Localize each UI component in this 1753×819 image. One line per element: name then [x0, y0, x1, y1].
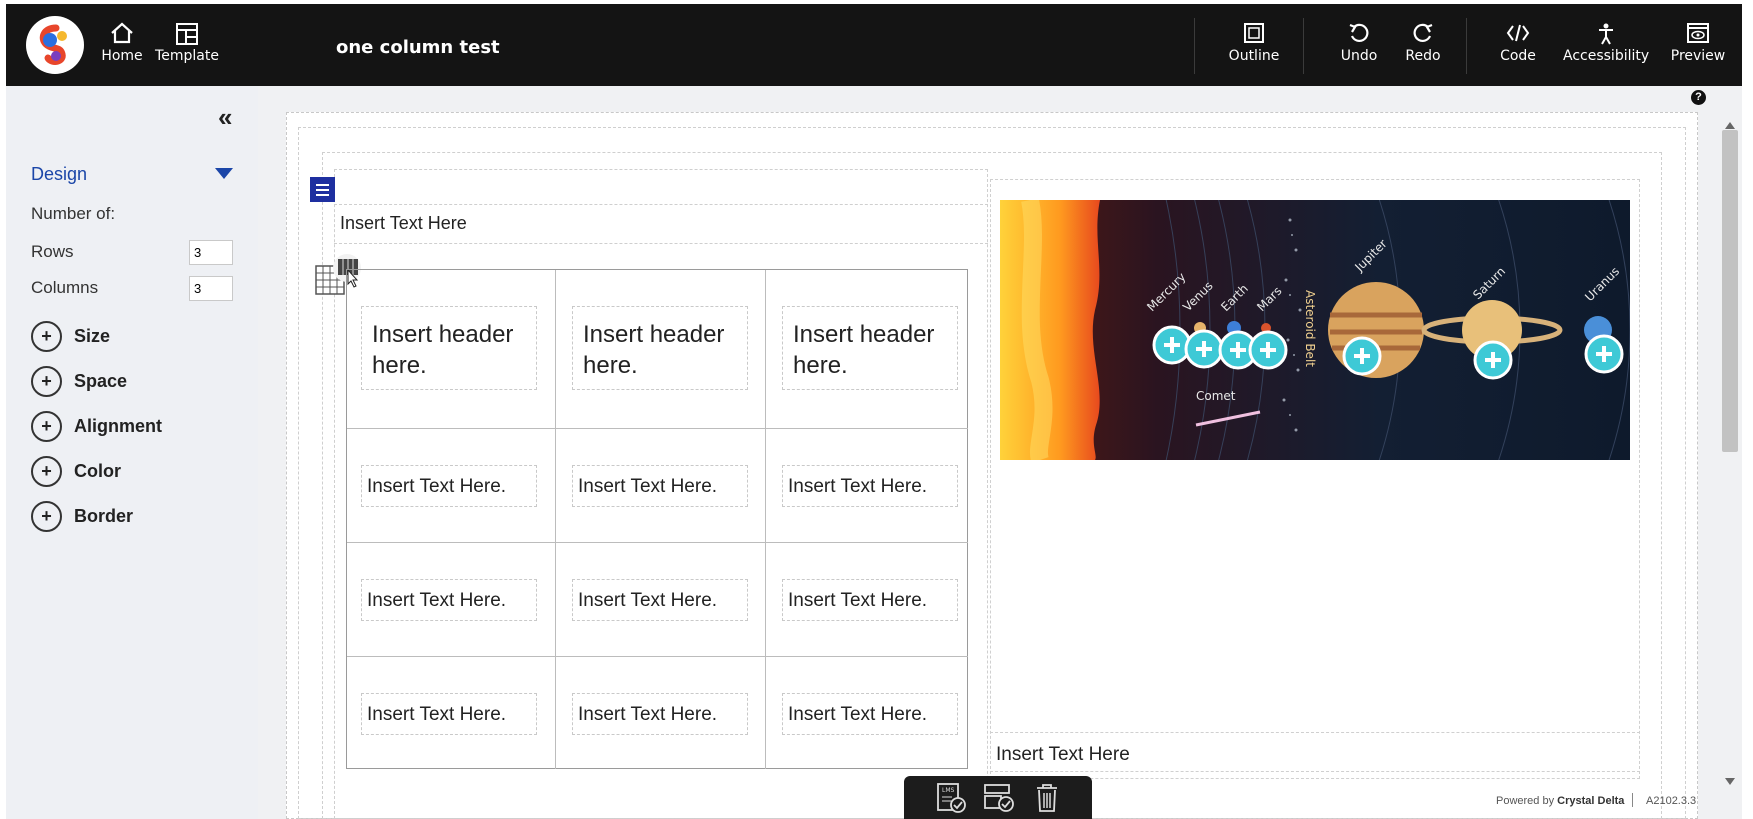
right-text-block[interactable]: Insert Text Here: [996, 744, 1130, 766]
scroll-down-icon[interactable]: [1725, 778, 1735, 785]
cell-text[interactable]: Insert Text Here.: [361, 693, 537, 735]
design-section-label[interactable]: Design: [31, 164, 87, 185]
toolbar-divider: [1303, 18, 1304, 74]
content-table[interactable]: Insert header here. Insert header here. …: [346, 269, 968, 769]
redo-icon: [1383, 18, 1463, 48]
section-label: Space: [74, 371, 128, 391]
template-label: Template: [155, 48, 219, 64]
scroll-up-icon[interactable]: [1725, 122, 1735, 129]
code-label: Code: [1500, 48, 1536, 64]
version-text: A2102.3.3: [1646, 795, 1697, 807]
table-cell[interactable]: Insert Text Here.: [766, 429, 968, 543]
redo-button[interactable]: Redo: [1383, 18, 1463, 74]
top-toolbar: Home Template one column test Outline Un…: [6, 4, 1742, 86]
header-text[interactable]: Insert header here.: [782, 306, 958, 390]
trash-icon[interactable]: [1030, 782, 1064, 814]
expand-plus-icon[interactable]: +: [31, 456, 62, 487]
accessibility-icon: [1563, 18, 1649, 48]
columns-label: Columns: [31, 278, 99, 297]
table-cell[interactable]: Insert Text Here.: [766, 657, 968, 769]
accessibility-label: Accessibility: [1563, 48, 1650, 64]
table-cell[interactable]: Insert Text Here.: [556, 429, 766, 543]
preview-button[interactable]: Preview: [1658, 18, 1738, 74]
planet-label: Comet: [1196, 389, 1236, 403]
cell-text[interactable]: Insert Text Here.: [572, 693, 748, 735]
bottom-tool-bar: LMS: [904, 776, 1092, 819]
number-of-label: Number of:: [31, 204, 116, 223]
table-cell[interactable]: Insert Text Here.: [347, 657, 556, 769]
table-cell[interactable]: Insert Text Here.: [556, 657, 766, 769]
help-icon[interactable]: ?: [1691, 90, 1706, 105]
expand-plus-icon[interactable]: +: [31, 411, 62, 442]
code-icon: [1478, 18, 1558, 48]
document-title[interactable]: one column test: [336, 37, 500, 58]
section-label: Alignment: [74, 416, 162, 436]
rows-input[interactable]: [189, 240, 233, 265]
cell-text[interactable]: Insert Text Here.: [361, 465, 537, 507]
accessibility-button[interactable]: Accessibility: [1563, 18, 1649, 74]
expand-plus-icon[interactable]: +: [31, 321, 62, 352]
table-cell[interactable]: Insert Text Here.: [766, 543, 968, 657]
template-icon: [147, 18, 227, 48]
rows-label: Rows: [31, 242, 74, 261]
section-label: Border: [74, 506, 134, 526]
redo-label: Redo: [1405, 48, 1441, 64]
expand-plus-icon[interactable]: +: [31, 366, 62, 397]
cell-text[interactable]: Insert Text Here.: [782, 693, 958, 735]
table-cell[interactable]: Insert Text Here.: [556, 543, 766, 657]
code-button[interactable]: Code: [1478, 18, 1558, 74]
powered-by-text: Powered by Crystal Delta: [1496, 795, 1624, 807]
header-text[interactable]: Insert header here.: [361, 306, 537, 390]
solar-system-image[interactable]: Mercury Venus Earth Mars Asteroid Belt J…: [409, 4, 1631, 819]
brand-name: Crystal Delta: [1557, 795, 1625, 807]
header-text[interactable]: Insert header here.: [572, 306, 748, 390]
cell-text[interactable]: Insert Text Here.: [782, 579, 958, 621]
planet-label: Asteroid Belt: [1303, 290, 1317, 367]
scrollbar-thumb[interactable]: [1722, 130, 1738, 452]
section-label: Size: [74, 326, 111, 346]
layout-check-icon[interactable]: [982, 782, 1016, 814]
section-label: Color: [74, 461, 121, 481]
powered-prefix: Powered by: [1496, 795, 1555, 807]
lms-check-icon[interactable]: LMS: [934, 782, 968, 814]
columns-input[interactable]: [189, 276, 233, 301]
footer-divider: [1632, 793, 1633, 807]
outline-icon: [1214, 18, 1294, 48]
outline-label: Outline: [1228, 48, 1280, 64]
preview-icon: [1658, 18, 1738, 48]
table-header-cell[interactable]: Insert header here.: [556, 270, 766, 429]
top-text-block[interactable]: Insert Text Here: [340, 213, 467, 234]
svg-text:LMS: LMS: [942, 787, 955, 794]
table-header-cell[interactable]: Insert header here.: [347, 270, 556, 429]
caret-down-icon[interactable]: [215, 168, 233, 179]
block-menu-icon[interactable]: [310, 177, 335, 202]
table-cell[interactable]: Insert Text Here.: [347, 543, 556, 657]
app-logo[interactable]: [26, 16, 84, 74]
app-window: Home Template one column test Outline Un…: [6, 4, 1742, 819]
toolbar-divider: [1466, 18, 1467, 74]
table-cell[interactable]: Insert Text Here.: [347, 429, 556, 543]
toolbar-divider: [1194, 18, 1195, 74]
cell-text[interactable]: Insert Text Here.: [361, 579, 537, 621]
cell-text[interactable]: Insert Text Here.: [572, 579, 748, 621]
table-header-cell[interactable]: Insert header here.: [766, 270, 968, 429]
outline-button[interactable]: Outline: [1214, 18, 1294, 74]
expand-plus-icon[interactable]: +: [31, 501, 62, 532]
double-chevron-left-icon[interactable]: «: [218, 102, 232, 133]
design-sidebar: « Design Number of: Rows Columns + Size …: [6, 86, 258, 819]
template-button[interactable]: Template: [147, 18, 227, 74]
cell-text[interactable]: Insert Text Here.: [572, 465, 748, 507]
preview-label: Preview: [1670, 48, 1726, 64]
cell-text[interactable]: Insert Text Here.: [782, 465, 958, 507]
